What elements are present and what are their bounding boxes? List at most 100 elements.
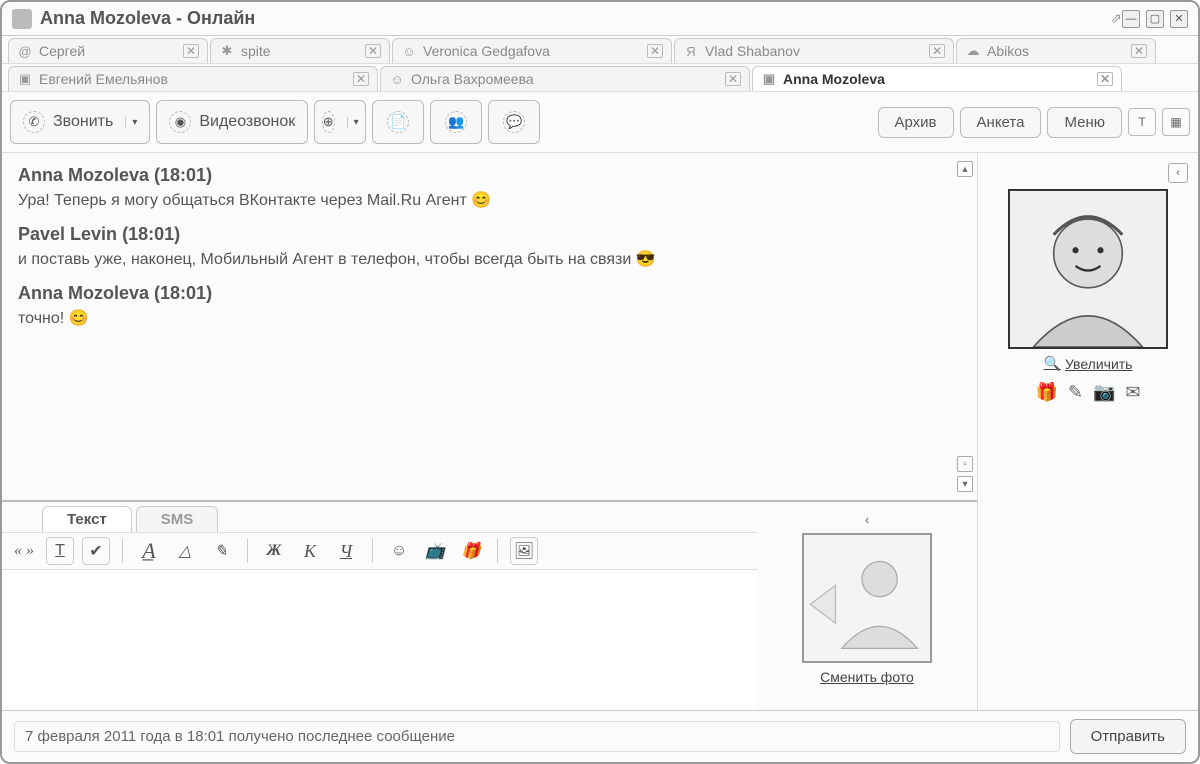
text-format-button[interactable]: T̲ — [46, 537, 74, 565]
message: Anna Mozoleva (18:01) точно! 😊 — [18, 283, 961, 328]
messages-list: ▴ Anna Mozoleva (18:01) Ура! Теперь я мо… — [2, 153, 977, 500]
menu-button[interactable]: Меню — [1047, 107, 1122, 138]
zoom-link[interactable]: 🔍 Увеличить — [1044, 355, 1133, 372]
pin-icon[interactable]: ⇗ — [1110, 10, 1122, 27]
mail-icon[interactable]: ✉ — [1125, 382, 1140, 403]
message-input[interactable] — [2, 570, 757, 710]
chevron-down-icon[interactable]: ▾ — [125, 117, 137, 128]
emoji-icon: 😊 — [69, 310, 89, 327]
scrollbar: ▴ — [957, 161, 973, 177]
tab-close-icon[interactable]: ✕ — [1131, 44, 1147, 58]
underline-button[interactable]: Ч — [332, 537, 360, 565]
gift-icon[interactable]: 🎁 — [1035, 382, 1057, 403]
videocall-button[interactable]: ◉ Видеозвонок — [156, 100, 308, 144]
input-tab-sms[interactable]: SMS — [136, 506, 219, 532]
tab-close-icon[interactable]: ✕ — [647, 44, 663, 58]
square-icon: ▣ — [17, 71, 33, 87]
tab-close-icon[interactable]: ✕ — [183, 44, 199, 58]
tab-label: Veronica Gedgafova — [423, 43, 637, 59]
files-button[interactable]: 📄 — [372, 100, 424, 144]
tab-label: Евгений Емельянов — [39, 71, 343, 87]
highlight-button[interactable]: ✎ — [207, 537, 235, 565]
message-author: Anna Mozoleva — [18, 283, 149, 303]
message-text: Ура! Теперь я могу общаться ВКонтакте че… — [18, 192, 467, 209]
tab-vlad[interactable]: Я Vlad Shabanov ✕ — [674, 38, 954, 63]
videocall-label: Видеозвонок — [199, 113, 295, 131]
input-tab-text[interactable]: Текст — [42, 506, 132, 532]
camera-icon: ◉ — [169, 111, 191, 133]
titlebar: Anna Mozoleva - Онлайн ⇗ ― ▢ ✕ — [2, 2, 1198, 36]
emoji-icon: 😊 — [471, 192, 491, 209]
message-header: Anna Mozoleva (18:01) — [18, 283, 961, 304]
maximize-button[interactable]: ▢ — [1146, 10, 1164, 28]
input-right-panel: ‹ Сменить фото — [757, 502, 977, 710]
profile-button[interactable]: Анкета — [960, 107, 1042, 138]
collapse-side-panel-button[interactable]: ‹ — [1168, 163, 1188, 183]
tab-evgeny[interactable]: ▣ Евгений Емельянов ✕ — [8, 66, 378, 91]
camera-icon[interactable]: 📷 — [1093, 382, 1115, 403]
chevron-down-icon[interactable]: ▾ — [347, 117, 359, 128]
tabs-row-2: ▣ Евгений Емельянов ✕ ☺ Ольга Вахромеева… — [2, 64, 1198, 92]
tab-veronica[interactable]: ☺ Veronica Gedgafova ✕ — [392, 38, 672, 63]
toolbar: ✆ Звонить ▾ ◉ Видеозвонок ⊕ ▾ 📄 👥 💬 Архи… — [2, 92, 1198, 153]
color-button[interactable]: △ — [171, 537, 199, 565]
input-section: Текст SMS « » T̲ ✔ A̲ △ ✎ Ж К Ч — [2, 500, 977, 710]
tab-sergey[interactable]: @ Сергей ✕ — [8, 38, 208, 63]
font-button[interactable]: A̲ — [135, 537, 163, 565]
tab-close-icon[interactable]: ✕ — [365, 44, 381, 58]
send-button[interactable]: Отправить — [1070, 719, 1186, 754]
gift-button[interactable]: 🎁 — [457, 537, 485, 565]
window-title: Anna Mozoleva - Онлайн — [40, 8, 1102, 29]
spellcheck-button[interactable]: ✔ — [82, 537, 110, 565]
status-text: 7 февраля 2011 года в 18:01 получено пос… — [14, 721, 1060, 752]
side-panel: ‹ 🔍 Увеличить 🎁 ✎ 📷 ✉ — [978, 153, 1198, 710]
tab-label: Anna Mozoleva — [783, 71, 1087, 87]
file-icon: 📄 — [387, 111, 409, 133]
quote-button[interactable]: « » — [10, 537, 38, 565]
minimize-button[interactable]: ― — [1122, 10, 1140, 28]
magnifier-icon: 🔍 — [1044, 355, 1061, 372]
message-author: Pavel Levin — [18, 224, 117, 244]
scroll-down-button[interactable]: ▾ — [957, 476, 973, 492]
change-photo-link[interactable]: Сменить фото — [820, 669, 914, 685]
italic-button[interactable]: К — [296, 537, 324, 565]
tab-close-icon[interactable]: ✕ — [1097, 72, 1113, 86]
collapse-input-panel-button[interactable]: ‹ — [865, 512, 869, 527]
chat-button[interactable]: 💬 — [488, 100, 540, 144]
at-icon: @ — [17, 43, 33, 59]
bold-button[interactable]: Ж — [260, 537, 288, 565]
contacts-button[interactable]: 👥 — [430, 100, 482, 144]
grid-mode-button[interactable]: ▦ — [1162, 108, 1190, 136]
games-button[interactable]: ⊕ ▾ — [314, 100, 366, 144]
tab-spite[interactable]: ✱ spite ✕ — [210, 38, 390, 63]
edit-icon[interactable]: ✎ — [1068, 382, 1083, 403]
tab-close-icon[interactable]: ✕ — [725, 72, 741, 86]
tab-label: spite — [241, 43, 355, 59]
tab-abikos[interactable]: ☁ Abikos ✕ — [956, 38, 1156, 63]
message-body: точно! 😊 — [18, 308, 961, 328]
square-icon: ▣ — [761, 71, 777, 87]
tab-anna[interactable]: ▣ Anna Mozoleva ✕ — [752, 66, 1122, 91]
tab-olga[interactable]: ☺ Ольга Вахромеева ✕ — [380, 66, 750, 91]
media-button[interactable]: 📺 — [421, 537, 449, 565]
flower-icon: ✱ — [219, 43, 235, 59]
image-button[interactable]: 🖼 — [510, 537, 538, 565]
scroll-up-button[interactable]: ▴ — [957, 161, 973, 177]
yandex-icon: Я — [683, 43, 699, 59]
message-time: 18:01 — [160, 283, 206, 303]
archive-button[interactable]: Архив — [878, 107, 954, 138]
emoji-button[interactable]: ☺ — [385, 537, 413, 565]
text-mode-button[interactable]: T — [1128, 108, 1156, 136]
tab-close-icon[interactable]: ✕ — [929, 44, 945, 58]
call-button[interactable]: ✆ Звонить ▾ — [10, 100, 150, 144]
message-author: Anna Mozoleva — [18, 165, 149, 185]
close-button[interactable]: ✕ — [1170, 10, 1188, 28]
tab-label: Ольга Вахромеева — [411, 71, 715, 87]
zoom-label: Увеличить — [1065, 356, 1133, 372]
scroll-track-button[interactable]: ▫ — [957, 456, 973, 472]
side-action-icons: 🎁 ✎ 📷 ✉ — [1035, 382, 1140, 403]
app-window: Anna Mozoleva - Онлайн ⇗ ― ▢ ✕ @ Сергей … — [0, 0, 1200, 764]
tab-close-icon[interactable]: ✕ — [353, 72, 369, 86]
user-icon: ☺ — [389, 71, 405, 87]
people-icon: 👥 — [445, 111, 467, 133]
